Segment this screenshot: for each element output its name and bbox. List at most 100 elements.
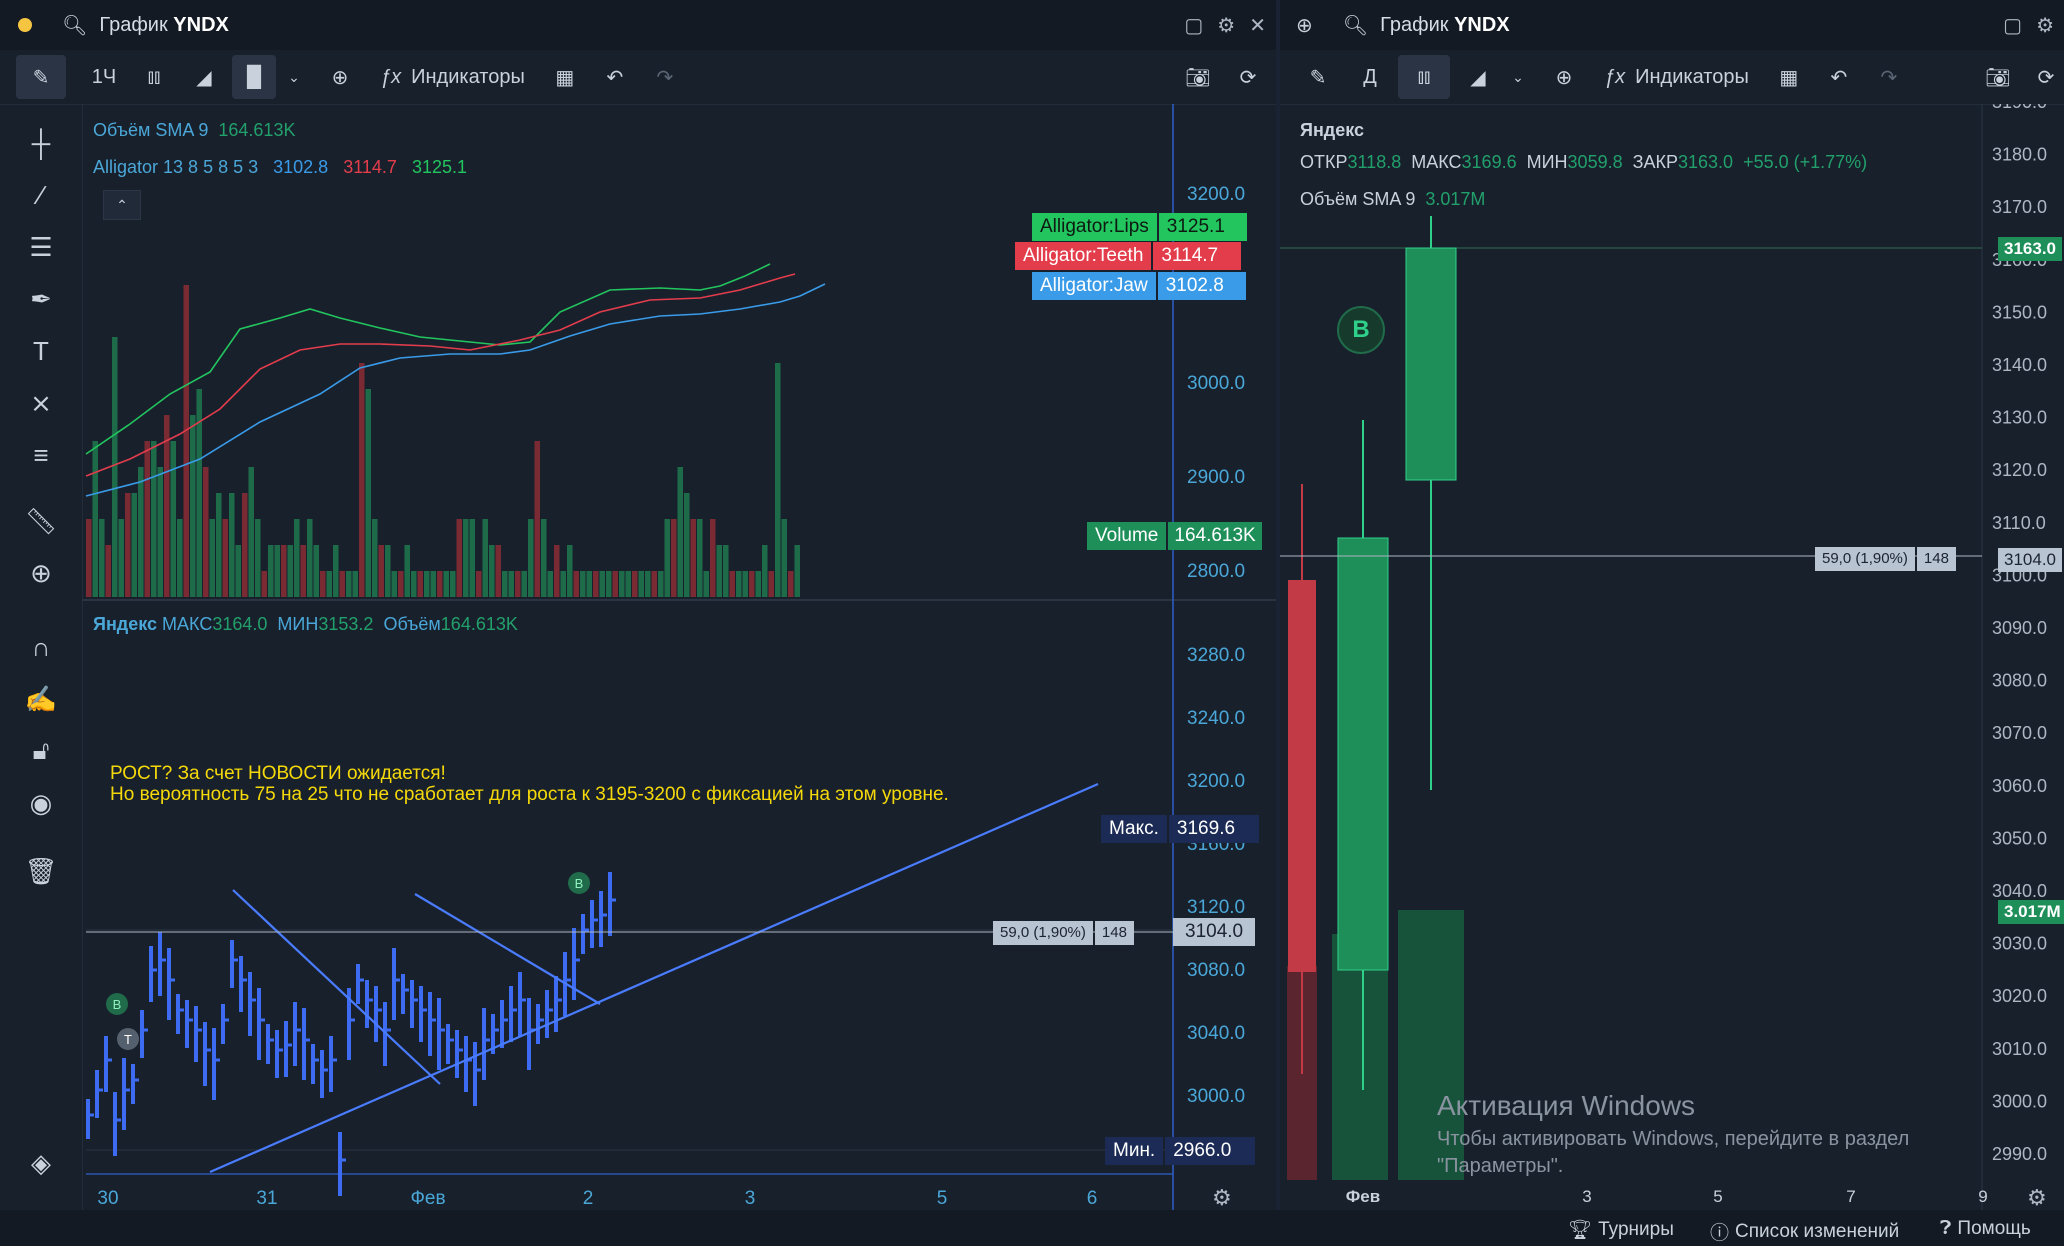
price-axis-label: 3190.0 — [1992, 104, 2047, 112]
maximize-icon[interactable]: ▢ — [1184, 13, 1203, 38]
right-volume-sma-legend[interactable]: Объём SMA 9 3.017M — [1300, 189, 1485, 210]
volume-bar — [508, 571, 514, 597]
collapse-legend-button[interactable]: ⌃ — [103, 190, 141, 220]
buy-marker[interactable]: B — [106, 993, 128, 1015]
add-compare-icon[interactable]: ⊕ — [318, 55, 362, 99]
volume-bar — [170, 441, 176, 597]
volume-bar — [716, 545, 722, 597]
volume-bar — [586, 571, 592, 597]
alligator-lips-value: 3125.1 — [411, 157, 468, 177]
volume-bar — [326, 571, 332, 597]
volume-bar — [762, 545, 768, 597]
close-icon[interactable]: ✕ — [1249, 13, 1266, 38]
volume-bar — [742, 571, 748, 597]
lower-price-axis-label: 3200.0 — [1187, 771, 1245, 792]
volume-bar — [151, 441, 157, 597]
search-icon[interactable]: 🔍︎ — [1343, 13, 1368, 38]
candles-icon[interactable]: ⫾⫾ — [1398, 55, 1450, 99]
right-chart-canvas[interactable]: 3190.03180.03170.03160.03150.03140.03130… — [1280, 104, 2064, 1210]
camera-icon[interactable]: 📷︎ — [1976, 55, 2020, 99]
buy-marker-2[interactable]: B — [568, 872, 590, 894]
open-value: 3118.8 — [1347, 152, 1402, 172]
volume-bar — [788, 571, 794, 597]
bar-type-icon[interactable]: ▐▌ — [232, 55, 276, 99]
volume-bar — [443, 571, 449, 597]
chevron-down-icon[interactable]: ⌄ — [1506, 55, 1530, 99]
left-toolbar: ✎ 1Ч ⫾⫾ ◢ ▐▌ ⌄ ⊕ ƒx Индикаторы ▦ ↶ ↷ 📷︎ … — [0, 50, 1276, 105]
settings-sync-icon[interactable]: ⟳ — [1226, 55, 1270, 99]
help-link[interactable]: ❓︎ Помощь — [1940, 1218, 2031, 1240]
right-buy-marker[interactable]: B — [1337, 306, 1385, 354]
upper-price-axis-label: 2800.0 — [1187, 561, 1245, 582]
lower-legend-min-value: 3153.2 — [318, 614, 374, 634]
settings-sync-icon[interactable]: ⟳ — [2024, 55, 2064, 99]
gear-icon[interactable]: ⚙ — [1217, 13, 1235, 38]
volume-bar — [794, 545, 800, 597]
lower-legend[interactable]: Яндекс МАКС3164.0 МИН3153.2 Объём164.613… — [93, 614, 518, 635]
volume-bar — [658, 571, 664, 597]
chevron-down-icon[interactable]: ⌄ — [282, 55, 306, 99]
fx-icon: ƒx — [380, 65, 402, 88]
tournaments-link[interactable]: 🏆︎ Турниры — [1568, 1218, 1674, 1242]
alligator-legend[interactable]: Alligator 13 8 5 8 5 3 3102.8 3114.7 312… — [93, 157, 467, 178]
price-axis-label: 3120.0 — [1992, 460, 2047, 480]
area-chart-icon[interactable]: ◢ — [182, 55, 226, 99]
volume-bar — [235, 545, 241, 597]
area-chart-icon[interactable]: ◢ — [1456, 55, 1500, 99]
camera-icon[interactable]: 📷︎ — [1176, 55, 1220, 99]
volume-bar — [736, 571, 742, 597]
candles-icon[interactable]: ⫾⫾ — [132, 55, 176, 99]
right-window-title: График YNDX — [1380, 13, 1510, 36]
volume-bar — [677, 467, 683, 597]
chart-annotation[interactable]: РОСТ? За счет НОВОСТИ ожидается! Но веро… — [110, 763, 949, 805]
left-chart-pane[interactable]: 🔍︎ График YNDX ▢ ⚙ ✕ ✎ 1Ч ⫾⫾ ◢ ▐▌ ⌄ ⊕ ƒx… — [0, 0, 1276, 1210]
layout-grid-icon[interactable]: ▦ — [543, 55, 587, 99]
maximize-icon[interactable]: ▢ — [2003, 13, 2022, 38]
right-ohlc-legend[interactable]: ОТКР3118.8 МАКС3169.6 МИН3059.8 ЗАКР3163… — [1300, 152, 1867, 173]
right-chart-pane[interactable]: ⊕ 🔍︎ График YNDX ▢ ⚙ ✎ Д ⫾⫾ ◢ ⌄ ⊕ ƒx Инд… — [1280, 0, 2064, 1210]
add-compare-icon[interactable]: ⊕ — [1542, 55, 1586, 99]
right-volume-tag: 3.017M — [1998, 898, 2064, 926]
alligator-jaw-value: 3102.8 — [273, 157, 329, 177]
volume-bar — [424, 571, 430, 597]
undo-icon[interactable]: ↶ — [1817, 55, 1861, 99]
search-icon[interactable]: 🔍︎ — [62, 13, 87, 38]
add-window-icon[interactable]: ⊕ — [1296, 13, 1313, 38]
volume-bar — [313, 545, 319, 597]
redo-icon[interactable]: ↷ — [643, 55, 687, 99]
gear-icon[interactable]: ⚙ — [2036, 13, 2054, 38]
volume-bar — [300, 545, 306, 597]
volume-bar — [190, 415, 196, 597]
right-close-tag-value: 3163.0 — [1998, 237, 2062, 261]
volume-bar — [489, 545, 495, 597]
text-marker[interactable]: T — [117, 1028, 139, 1050]
lower-legend-max-value: 3164.0 — [212, 614, 268, 634]
right-price-tag: 3104.0 — [1998, 546, 2062, 574]
volume-sma-legend[interactable]: Объём SMA 9 164.613K — [93, 120, 295, 141]
changelog-link[interactable]: ⓘ Список изменений — [1710, 1218, 1899, 1245]
indicators-button[interactable]: ƒx Индикаторы — [374, 55, 531, 99]
jaw-tag: Alligator:Jaw 3102.8 — [1032, 272, 1246, 300]
upper-price-axis-label: 2900.0 — [1187, 467, 1245, 488]
lower-price-axis-label: 3000.0 — [1187, 1086, 1245, 1107]
price-axis-label: 3180.0 — [1992, 145, 2047, 165]
price-axis-label: 3030.0 — [1992, 934, 2047, 954]
layout-grid-icon[interactable]: ▦ — [1767, 55, 1811, 99]
pencil-icon[interactable]: ✎ — [16, 55, 66, 99]
low-value: 3059.8 — [1567, 152, 1623, 172]
time-axis-settings-icon[interactable]: ⚙ — [1212, 1185, 1232, 1210]
right-volume-tag-value: 3.017M — [1998, 900, 2064, 924]
volume-bar — [99, 519, 105, 597]
volume-bar — [651, 571, 657, 597]
interval-button[interactable]: Д — [1348, 55, 1392, 99]
volume-bar — [690, 519, 696, 597]
volume-bar — [352, 571, 358, 597]
pencil-icon[interactable]: ✎ — [1296, 55, 1340, 99]
right-time-axis-settings-icon[interactable]: ⚙ — [2027, 1185, 2047, 1210]
indicators-button[interactable]: ƒx Индикаторы — [1598, 55, 1755, 99]
redo-icon[interactable]: ↷ — [1867, 55, 1911, 99]
trend-line-down-1 — [232, 889, 441, 1085]
undo-icon[interactable]: ↶ — [593, 55, 637, 99]
interval-button[interactable]: 1Ч — [82, 55, 126, 99]
measure-tag-bars: 148 — [1094, 921, 1134, 945]
